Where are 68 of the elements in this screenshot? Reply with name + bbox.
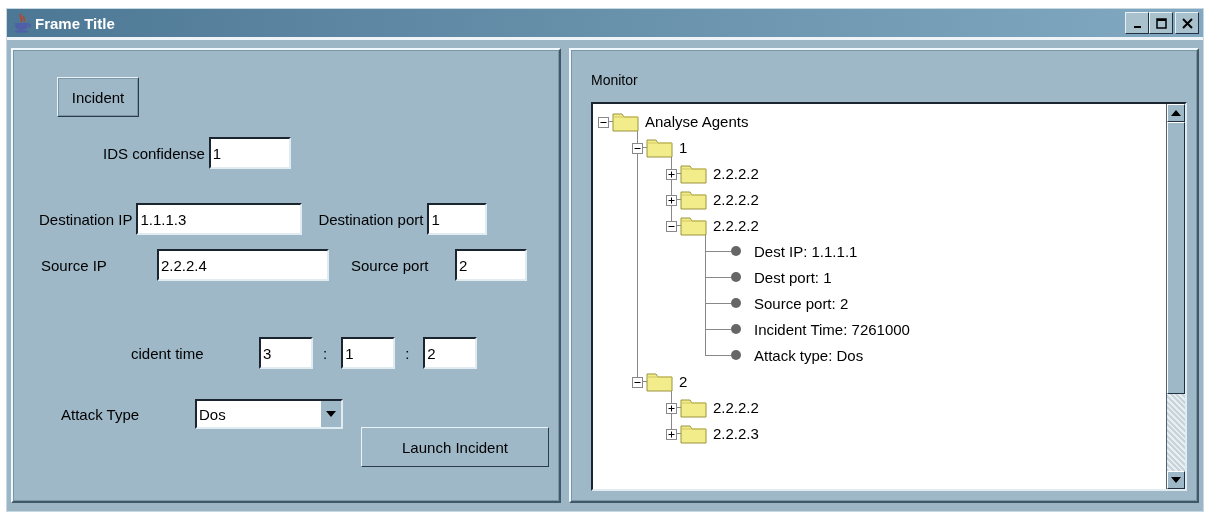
tree-item[interactable]: 2 <box>679 372 688 390</box>
close-button[interactable] <box>1175 12 1199 34</box>
tree-item[interactable]: 2.2.2.3 <box>713 424 759 442</box>
caret-icon <box>320 401 341 427</box>
tree-item[interactable]: Analyse Agents <box>645 112 749 130</box>
field-label: Source IP <box>41 256 108 274</box>
vertical-scrollbar[interactable] <box>1166 104 1185 489</box>
field-label: Destination IP <box>39 210 133 228</box>
tree-item[interactable]: Attack type: Dos <box>754 346 864 364</box>
tree-item[interactable]: 2.2.2.2 <box>713 190 759 208</box>
attack-type-dropdown[interactable]: Dos <box>195 399 343 429</box>
minimize-button[interactable] <box>1125 12 1149 34</box>
expand-icon[interactable] <box>666 168 677 180</box>
folder-icon <box>680 396 707 418</box>
collapse-icon[interactable] <box>598 116 609 128</box>
maximize-button[interactable] <box>1149 12 1173 34</box>
input-field[interactable]: 1 <box>341 337 396 369</box>
bullet-icon <box>730 297 742 309</box>
field-label: Source port <box>351 256 430 274</box>
bullet-icon <box>730 323 742 335</box>
field-label: Destination port <box>318 210 424 228</box>
coffee-cup-icon <box>13 13 31 33</box>
collapse-icon[interactable] <box>632 142 643 154</box>
folder-icon <box>680 422 707 444</box>
tree-item[interactable]: Dest port: 1 <box>754 268 832 286</box>
window-title: Frame Title <box>35 14 115 32</box>
collapse-icon[interactable] <box>666 220 677 232</box>
field-label: Attack Type <box>61 405 141 423</box>
input-field[interactable]: 2 <box>455 249 527 281</box>
field-label: cident time <box>131 344 205 362</box>
bullet-icon <box>730 271 742 283</box>
tree-item[interactable]: 2.2.2.2 <box>713 398 759 416</box>
minimize-icon <box>1133 25 1141 28</box>
collapse-icon[interactable] <box>632 376 643 388</box>
expand-icon[interactable] <box>666 402 677 414</box>
launch-incident-button[interactable]: Launch Incident <box>361 427 549 467</box>
tree-item[interactable]: Incident Time: 7261000 <box>754 320 910 338</box>
time-separator: : <box>323 344 328 362</box>
folder-icon <box>646 370 673 392</box>
scroll-up-icon[interactable] <box>1171 110 1181 116</box>
scroll-down-icon[interactable] <box>1171 477 1181 483</box>
folder-icon <box>680 162 707 184</box>
panel-title: Monitor <box>591 72 639 88</box>
time-separator: : <box>405 344 410 362</box>
bullet-icon <box>730 349 742 361</box>
input-field[interactable]: 1 <box>208 137 291 169</box>
incident-button[interactable]: Incident <box>57 77 139 117</box>
folder-icon <box>646 136 673 158</box>
maximize-icon <box>1155 17 1167 29</box>
folder-icon <box>612 110 639 132</box>
scrollbar-thumb[interactable] <box>1167 122 1185 394</box>
input-field[interactable]: 1.1.1.3 <box>136 203 303 235</box>
field-label: IDS confidense <box>103 144 205 162</box>
tree-item[interactable]: Dest IP: 1.1.1.1 <box>754 242 858 260</box>
input-field[interactable]: 2.2.2.4 <box>157 249 329 281</box>
tree-item[interactable]: 2.2.2.2 <box>713 216 759 234</box>
expand-icon[interactable] <box>666 194 677 206</box>
input-field[interactable]: 2 <box>423 337 478 369</box>
folder-icon <box>680 214 707 236</box>
input-field[interactable]: 3 <box>259 337 313 369</box>
expand-icon[interactable] <box>666 428 677 440</box>
tree-item[interactable]: 2.2.2.2 <box>713 164 759 182</box>
close-icon <box>1181 17 1193 29</box>
folder-icon <box>680 188 707 210</box>
bullet-icon <box>730 245 742 257</box>
input-field[interactable]: 1 <box>427 203 488 235</box>
tree-item[interactable]: 1 <box>679 138 688 156</box>
tree-item[interactable]: Source port: 2 <box>754 294 849 312</box>
